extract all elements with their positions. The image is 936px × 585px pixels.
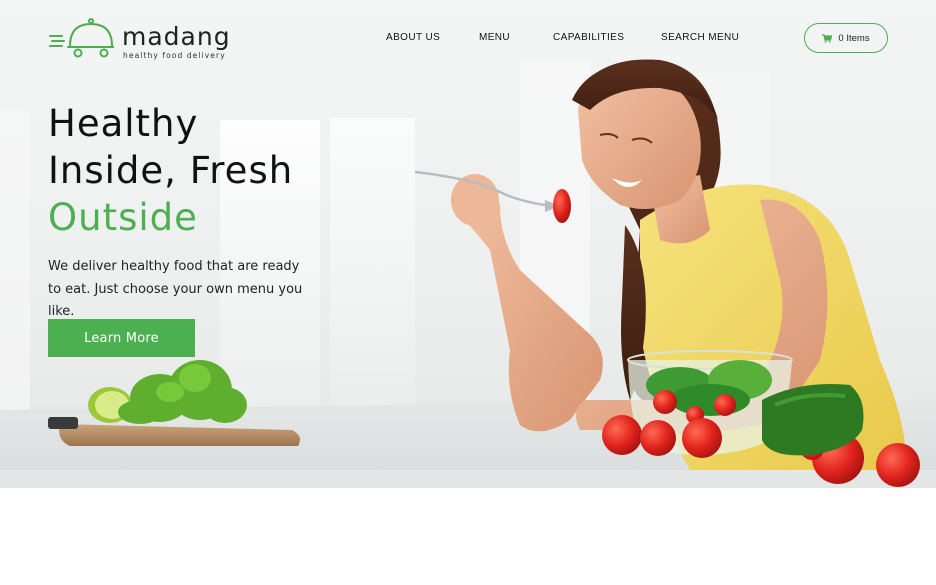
cart-icon	[822, 33, 833, 43]
brand-tagline: healthy food delivery	[123, 51, 226, 60]
cart-label: 0 Items	[838, 32, 870, 44]
headline-line-3: Outside	[48, 196, 198, 239]
learn-more-button[interactable]: Learn More	[48, 319, 195, 357]
nav-search-menu[interactable]: SEARCH MENU	[661, 31, 739, 45]
nav-capabilities[interactable]: CAPABILITIES	[553, 31, 624, 45]
hero-headline: Healthy Inside, Fresh Outside	[48, 100, 293, 241]
delivery-cloche-icon	[49, 18, 114, 58]
brand-name: madang	[122, 22, 231, 51]
hero-subtext: We deliver healthy food that are ready t…	[48, 259, 303, 319]
headline-line-1: Healthy	[48, 102, 199, 145]
headline-line-2: Inside, Fresh	[48, 149, 294, 192]
site-header: madang healthy food delivery ABOUT US ME…	[0, 0, 936, 78]
nav-menu[interactable]: MENU	[479, 31, 510, 45]
content-area	[0, 488, 936, 585]
nav-about-us[interactable]: ABOUT US	[386, 31, 440, 45]
brand-logo[interactable]: madang healthy food delivery	[48, 16, 231, 60]
cart-button[interactable]: 0 Items	[804, 23, 888, 53]
